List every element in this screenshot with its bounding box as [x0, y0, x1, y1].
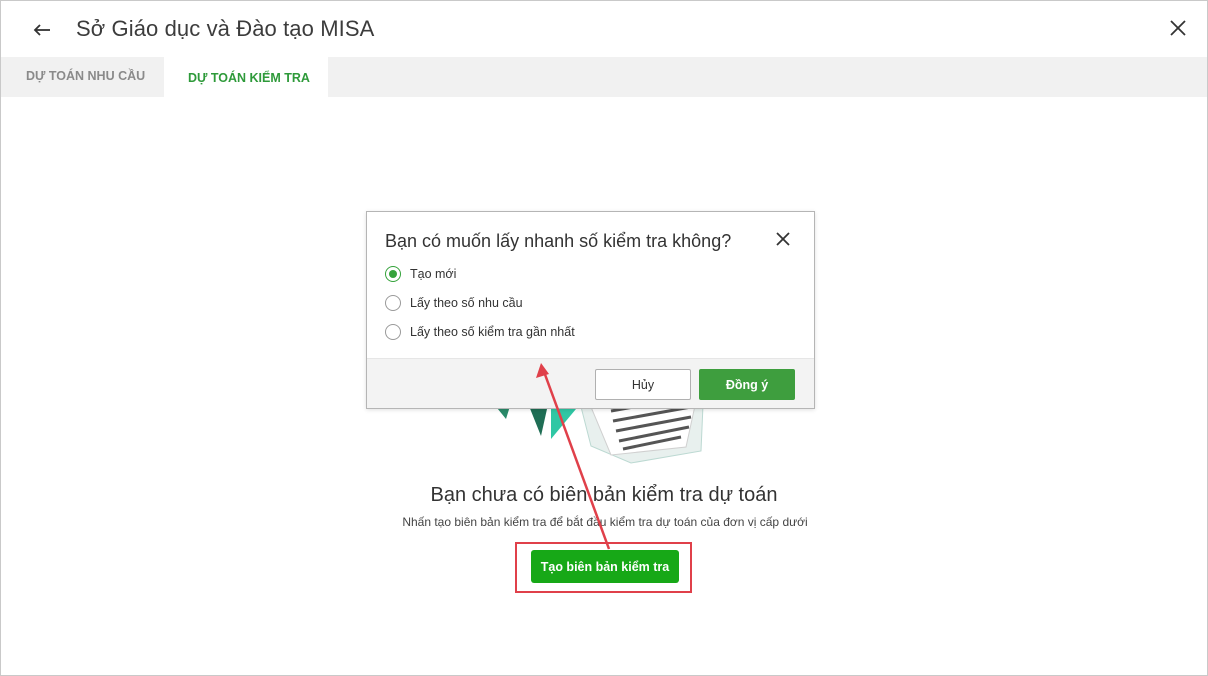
dialog-close-button[interactable]	[773, 229, 793, 249]
cancel-button[interactable]: Hủy	[595, 369, 691, 400]
option-label: Lấy theo số kiểm tra gần nhất	[410, 325, 575, 339]
dialog-footer: Hủy Đồng ý	[367, 358, 814, 408]
option-label: Tạo mới	[410, 267, 457, 281]
radio-button[interactable]	[385, 324, 401, 340]
tab-du-toan-nhu-cau[interactable]: Dự toán nhu cầu	[1, 57, 164, 97]
empty-state-title: Bạn chưa có biên bản kiểm tra dự toán	[430, 484, 778, 506]
create-report-button[interactable]: Tạo biên bản kiểm tra	[531, 550, 679, 583]
option-lay-theo-so-kiem-tra-gan-nhat[interactable]: Lấy theo số kiểm tra gần nhất	[385, 322, 575, 342]
back-button[interactable]	[29, 17, 55, 43]
confirm-button[interactable]: Đồng ý	[699, 369, 795, 400]
app-window: Sở Giáo dục và Đào tạo MISA Dự toán nhu …	[0, 0, 1208, 676]
close-button[interactable]	[1167, 17, 1189, 39]
dialog-title: Bạn có muốn lấy nhanh số kiểm tra không?	[385, 231, 732, 251]
empty-state-subtitle: Nhấn tạo biên bản kiểm tra để bắt đầu ki…	[402, 515, 808, 529]
page-title: Sở Giáo dục và Đào tạo MISA	[76, 16, 375, 41]
tab-du-toan-kiem-tra[interactable]: Dự toán kiểm tra	[164, 57, 328, 97]
close-icon	[776, 232, 790, 246]
option-lay-theo-so-nhu-cau[interactable]: Lấy theo số nhu cầu	[385, 293, 523, 313]
close-icon	[1170, 20, 1186, 36]
radio-button-checked[interactable]	[385, 266, 401, 282]
tab-bar: Dự toán nhu cầu Dự toán kiểm tra	[1, 57, 1207, 97]
arrow-left-icon	[33, 24, 50, 36]
option-label: Lấy theo số nhu cầu	[410, 296, 523, 310]
quick-fill-dialog: Bạn có muốn lấy nhanh số kiểm tra không?…	[366, 211, 815, 409]
header: Sở Giáo dục và Đào tạo MISA	[1, 1, 1207, 57]
radio-button[interactable]	[385, 295, 401, 311]
option-tao-moi[interactable]: Tạo mới	[385, 264, 456, 284]
